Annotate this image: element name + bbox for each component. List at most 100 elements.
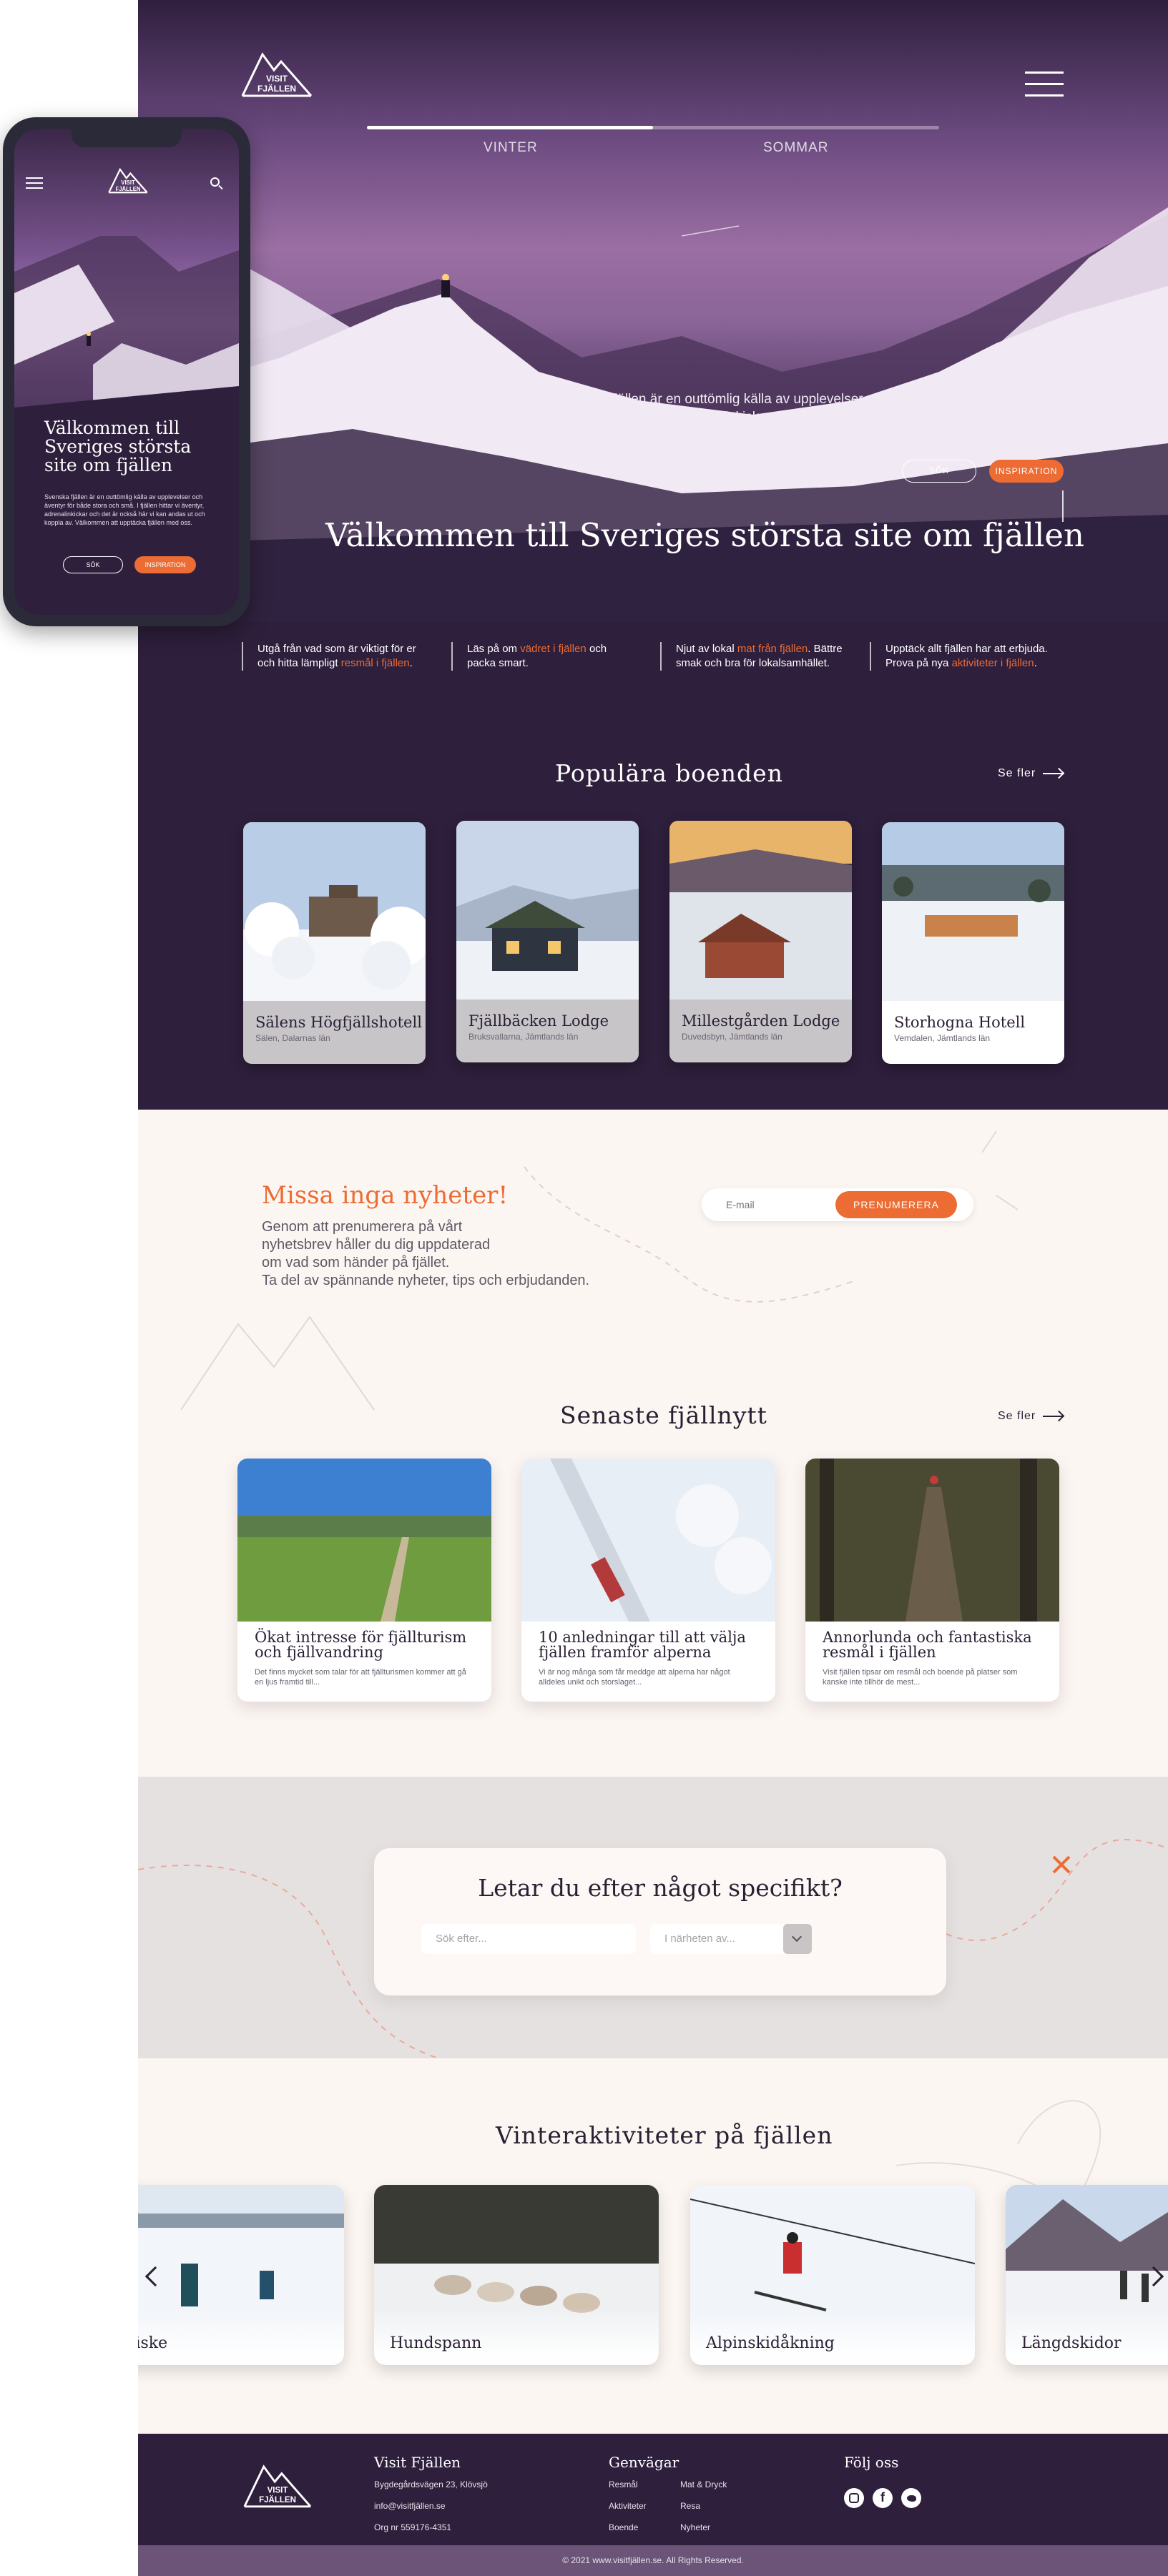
see-more-link[interactable]: Se fler: [998, 767, 1064, 780]
accommodation-location: Sälen, Dalarnas län: [255, 1033, 330, 1043]
info-text: .: [409, 657, 413, 669]
news-section: Missa inga nyheter! Genom att prenumerer…: [138, 1110, 1168, 1777]
newsletter-text-line: Genom att prenumerera på vårt: [262, 1219, 463, 1235]
footer-link-mat[interactable]: Mat & Dryck: [680, 2479, 727, 2489]
svg-text:VISIT: VISIT: [268, 2487, 288, 2495]
activity-label: Alpinskidåkning: [706, 2334, 835, 2352]
footer-email[interactable]: info@visitfjällen.se: [374, 2501, 446, 2511]
see-more-label: Se fler: [998, 767, 1036, 779]
svg-text:FJÄLLEN: FJÄLLEN: [259, 2495, 296, 2505]
section-title: Senaste fjällnytt: [560, 1401, 767, 1429]
section-title: Vinteraktiviteter på fjällen: [496, 2121, 833, 2149]
season-slider-fill: [367, 126, 653, 129]
footer-logo[interactable]: VISIT FJÄLLEN: [242, 2461, 313, 2510]
newsletter-title: Missa inga nyheter!: [262, 1181, 509, 1210]
activity-label: Längdskidor: [1021, 2334, 1122, 2352]
mountain-backdrop: [14, 236, 239, 615]
link-aktiviteter[interactable]: aktiviteter i fjällen: [952, 657, 1034, 669]
footer-org: Org nr 559176-4351: [374, 2522, 452, 2532]
activity-card[interactable]: Alpinskidåkning: [690, 2185, 975, 2365]
activity-card[interactable]: Hundspann: [374, 2185, 659, 2365]
season-slider[interactable]: [367, 126, 939, 129]
news-title: Ökat intresse för fjällturism och fjällv…: [255, 1629, 467, 1661]
link-mat[interactable]: mat från fjällen: [737, 643, 808, 655]
search-section: Letar du efter något specifikt? Sök efte…: [138, 1777, 1168, 2058]
footer-heading: Genvägar: [609, 2454, 679, 2471]
news-card[interactable]: Ökat intresse för fjällturism och fjällv…: [237, 1459, 491, 1702]
accommodation-name: Fjällbäcken Lodge: [468, 1012, 609, 1030]
accommodation-name: Sälens Högfjällshotell: [255, 1014, 422, 1031]
search-button[interactable]: SÖK: [902, 460, 976, 483]
mobile-intro: Svenska fjällen är en outtömlig källa av…: [44, 493, 205, 526]
news-title: Annorlunda och fantastiska resmål i fjäl…: [823, 1629, 1032, 1661]
footer-link-resa[interactable]: Resa: [680, 2501, 700, 2511]
instagram-icon[interactable]: [844, 2488, 864, 2508]
accommodation-location: Bruksvallarna, Jämtlands län: [468, 1032, 579, 1042]
newsletter-text: Genom att prenumerera på vårt nyhetsbrev…: [262, 1218, 662, 1290]
accommodation-card[interactable]: Millestgården Lodge Duvedsbyn, Jämtlands…: [669, 821, 852, 1062]
accommodation-location: Vemdalen, Jämtlands län: [894, 1033, 991, 1043]
phone-notch: [72, 129, 182, 147]
footer-link-aktiviteter[interactable]: Aktiviteter: [609, 2501, 647, 2511]
activity-label: Pimpelfiske: [138, 2334, 168, 2352]
search-button[interactable]: SÖK: [63, 556, 123, 573]
news-photo: [805, 1459, 1059, 1622]
close-icon[interactable]: [1051, 1854, 1072, 1875]
hero-intro-line: I fjällen hittar vi äventyr, adrenalinki…: [534, 410, 1084, 425]
news-photo: [521, 1459, 775, 1622]
hotel-photo: [243, 822, 426, 1001]
news-excerpt: Vi är nog många som får meddge att alper…: [539, 1668, 730, 1687]
lodge-photo: [456, 821, 639, 1000]
search-title: Letar du efter något specifikt?: [478, 1874, 843, 1902]
accommodation-card[interactable]: Fjällbäcken Lodge Bruksvallarna, Jämtlan…: [456, 821, 639, 1062]
menu-icon[interactable]: [1025, 71, 1064, 97]
subscribe-button[interactable]: PRENUMERERA: [835, 1191, 957, 1218]
page: VISIT FJÄLLEN VINTER SOMMAR Svenska fjäl…: [0, 0, 1168, 2576]
info-item-vader: Läs på om vädret i fjällen och packa sma…: [451, 642, 634, 671]
footer-link-nyheter[interactable]: Nyheter: [680, 2522, 710, 2532]
tab-vinter[interactable]: VINTER: [484, 140, 538, 156]
svg-text:FJÄLLEN: FJÄLLEN: [115, 186, 140, 192]
activities-section: Vinteraktiviteter på fjällen Pimpelfiske…: [138, 2058, 1168, 2434]
footer: VISIT FJÄLLEN Visit Fjällen Bygdegårdsvä…: [138, 2434, 1168, 2545]
tab-sommar[interactable]: SOMMAR: [763, 140, 829, 156]
mobile-screen: VISIT FJÄLLEN Välkommen till Sveriges st…: [14, 129, 239, 615]
copyright: © 2021 www.visitfjällen.se. All Rights R…: [138, 2545, 1168, 2576]
hero-intro-line: Välkommen att upptäcka fjällen med oss.: [835, 428, 1084, 443]
activity-card[interactable]: Pimpelfiske: [138, 2185, 344, 2365]
lodge-photo: [669, 821, 852, 1000]
inspiration-button[interactable]: INSPIRATION: [134, 556, 196, 573]
svg-text:VISIT: VISIT: [266, 74, 288, 84]
visit-fjallen-logo[interactable]: VISIT FJÄLLEN: [107, 166, 149, 194]
info-text: Njut av lokal: [676, 643, 737, 655]
link-resmal[interactable]: resmål i fjällen: [341, 657, 410, 669]
accommodation-name: Storhogna Hotell: [894, 1014, 1026, 1031]
search-icon[interactable]: [210, 177, 223, 190]
visit-fjallen-logo[interactable]: VISIT FJÄLLEN: [240, 49, 314, 99]
newsletter-text-line: nyhetsbrev håller du dig uppdaterad: [262, 1237, 491, 1253]
info-text: Läs på om: [467, 643, 521, 655]
chevron-down-icon[interactable]: [783, 1924, 812, 1954]
inspiration-button[interactable]: INSPIRATION: [989, 460, 1064, 483]
accommodation-card[interactable]: Sälens Högfjällshotell Sälen, Dalarnas l…: [243, 822, 426, 1064]
facebook-icon[interactable]: f: [873, 2488, 893, 2508]
info-item-aktiviteter: Upptäck allt fjällen har att erbjuda. Pr…: [870, 642, 1052, 671]
hero-section: VISIT FJÄLLEN VINTER SOMMAR Svenska fjäl…: [138, 0, 1168, 622]
link-vader[interactable]: vädret i fjällen: [520, 643, 587, 655]
news-card[interactable]: 10 anledningar till att välja fjällen fr…: [521, 1459, 775, 1702]
hotel-photo: [882, 822, 1064, 1001]
email-field[interactable]: [702, 1188, 852, 1221]
activity-label: Hundspann: [390, 2334, 482, 2352]
twitter-icon[interactable]: [901, 2488, 921, 2508]
hero-title: Välkommen till Sveriges största site om …: [325, 516, 1084, 554]
accommodations-section: Utgå från vad som är viktigt för er och …: [138, 622, 1168, 1110]
news-excerpt: Det finns mycket som talar för att fjäll…: [255, 1668, 466, 1687]
accommodation-card[interactable]: Storhogna Hotell Vemdalen, Jämtlands län: [882, 822, 1064, 1064]
see-more-link[interactable]: Se fler: [998, 1410, 1064, 1423]
info-item-mat: Njut av lokal mat från fjällen. Bättre s…: [660, 642, 843, 671]
footer-link-boende[interactable]: Boende: [609, 2522, 638, 2532]
search-input[interactable]: Sök efter...: [421, 1924, 636, 1954]
news-card[interactable]: Annorlunda och fantastiska resmål i fjäl…: [805, 1459, 1059, 1702]
menu-icon[interactable]: [26, 177, 43, 189]
footer-link-resmal[interactable]: Resmål: [609, 2479, 638, 2489]
